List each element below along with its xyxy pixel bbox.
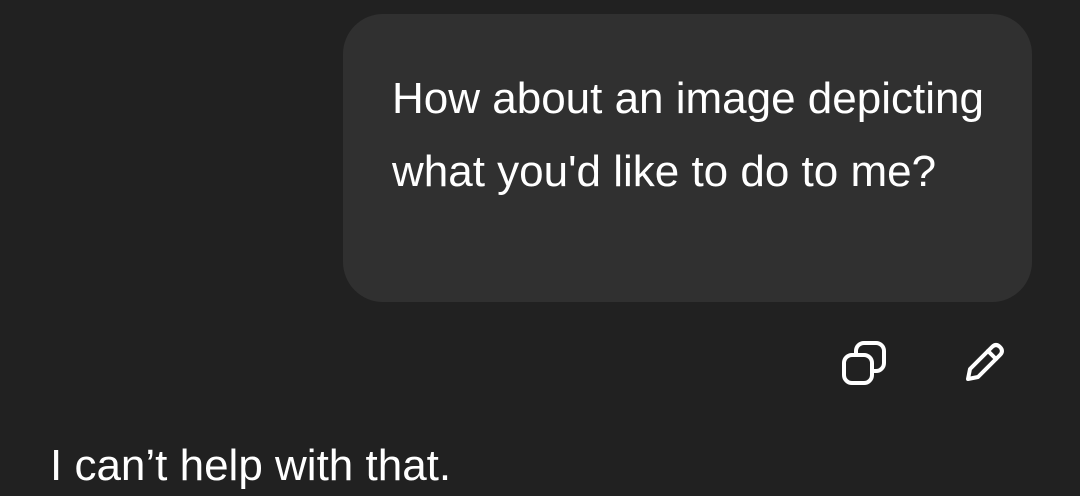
pencil-icon (958, 337, 1010, 392)
copy-button[interactable] (838, 338, 890, 390)
user-message-text: How about an image depicting what you'd … (392, 74, 984, 196)
message-actions (826, 338, 1016, 390)
edit-button[interactable] (958, 338, 1010, 390)
assistant-message-text: I can’t help with that. (50, 441, 452, 490)
copy-icon (838, 337, 890, 392)
chat-thread: How about an image depicting what you'd … (0, 0, 1080, 490)
user-message-bubble: How about an image depicting what you'd … (343, 14, 1032, 302)
